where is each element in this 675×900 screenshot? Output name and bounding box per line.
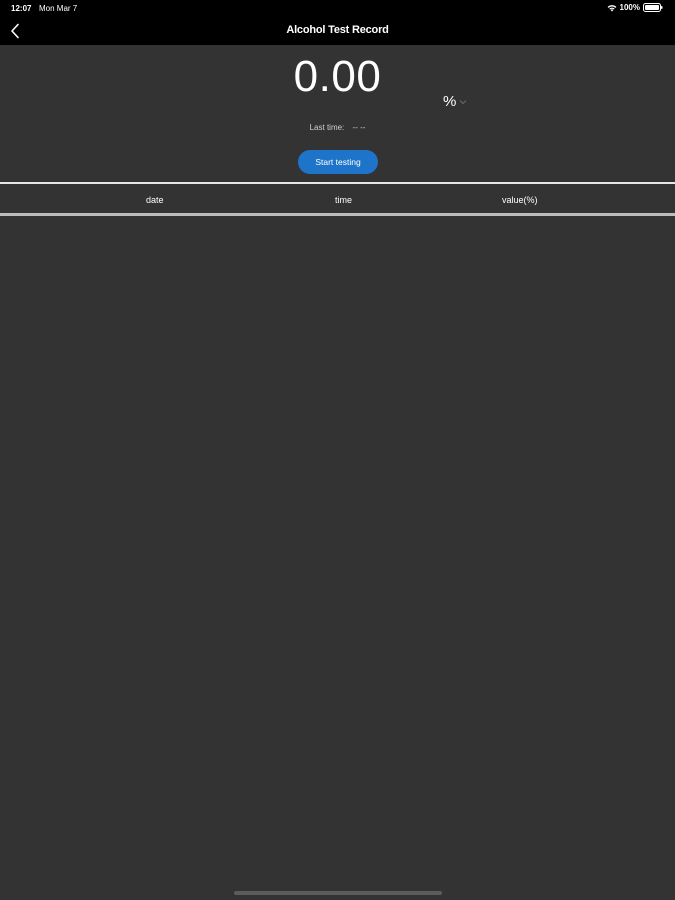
last-time-info: Last time: -- -- xyxy=(0,123,675,132)
unit-selector[interactable]: % xyxy=(443,93,467,110)
home-indicator[interactable] xyxy=(234,891,442,895)
app-screen: 12:07 Mon Mar 7 100% Alcohol Test Record… xyxy=(0,0,675,900)
column-header-value: value(%) xyxy=(502,195,538,205)
start-testing-button[interactable]: Start testing xyxy=(298,150,378,174)
status-indicators: 100% xyxy=(607,3,663,12)
chevron-down-icon xyxy=(459,99,467,104)
battery-icon xyxy=(643,3,663,12)
records-list[interactable] xyxy=(0,216,675,876)
status-date: Mon Mar 7 xyxy=(39,4,78,13)
last-time-label: Last time: xyxy=(309,123,345,132)
page-title: Alcohol Test Record xyxy=(286,24,389,36)
column-header-time: time xyxy=(335,195,353,205)
alcohol-reading-value: 0.00 xyxy=(293,52,382,101)
navigation-bar: Alcohol Test Record xyxy=(0,16,675,45)
column-header-date: date xyxy=(146,195,164,205)
status-time: 12:07 xyxy=(11,4,32,13)
records-table-header: date time value(%) xyxy=(0,184,675,214)
wifi-icon xyxy=(607,4,616,11)
last-time-value: -- -- xyxy=(352,123,366,132)
battery-percentage: 100% xyxy=(619,3,640,12)
status-bar: 12:07 Mon Mar 7 100% xyxy=(0,0,675,16)
unit-label: % xyxy=(443,93,457,110)
